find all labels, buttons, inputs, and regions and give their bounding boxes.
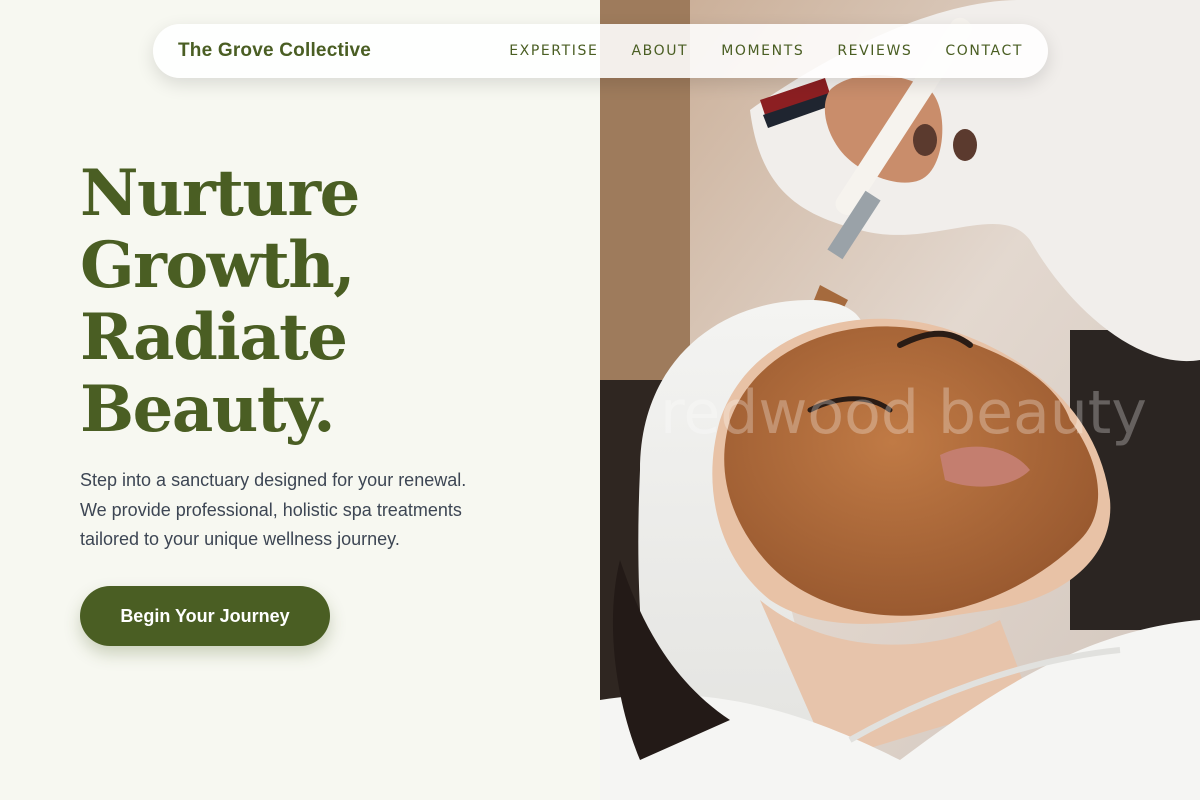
- headline-line: Nurture: [80, 156, 360, 231]
- subtitle-line: tailored to your unique wellness journey…: [80, 529, 400, 549]
- nav-link-moments[interactable]: MOMENTS: [721, 43, 804, 59]
- headline-line: Beauty.: [80, 372, 336, 447]
- subtitle-line: Step into a sanctuary designed for your …: [80, 470, 467, 490]
- hero-headline: Nurture Growth, Radiate Beauty.: [80, 158, 550, 446]
- begin-journey-button[interactable]: Begin Your Journey: [80, 586, 330, 646]
- nav-link-expertise[interactable]: EXPERTISE: [509, 43, 598, 59]
- nav-link-about[interactable]: ABOUT: [631, 43, 688, 59]
- nav-link-reviews[interactable]: REVIEWS: [837, 43, 912, 59]
- subtitle-line: We provide professional, holistic spa tr…: [80, 499, 462, 520]
- brand-logo-text[interactable]: The Grove Collective: [178, 40, 371, 62]
- nav-link-contact[interactable]: CONTACT: [945, 43, 1023, 59]
- top-navbar: The Grove Collective EXPERTISE ABOUT MOM…: [153, 24, 1048, 78]
- headline-line: Radiate: [80, 300, 348, 375]
- hero-subtitle: Step into a sanctuary designed for your …: [80, 466, 520, 555]
- nav-links: EXPERTISE ABOUT MOMENTS REVIEWS CONTACT: [476, 43, 1023, 59]
- headline-line: Growth,: [80, 228, 356, 303]
- hero-photo-facial-treatment: [600, 0, 1200, 800]
